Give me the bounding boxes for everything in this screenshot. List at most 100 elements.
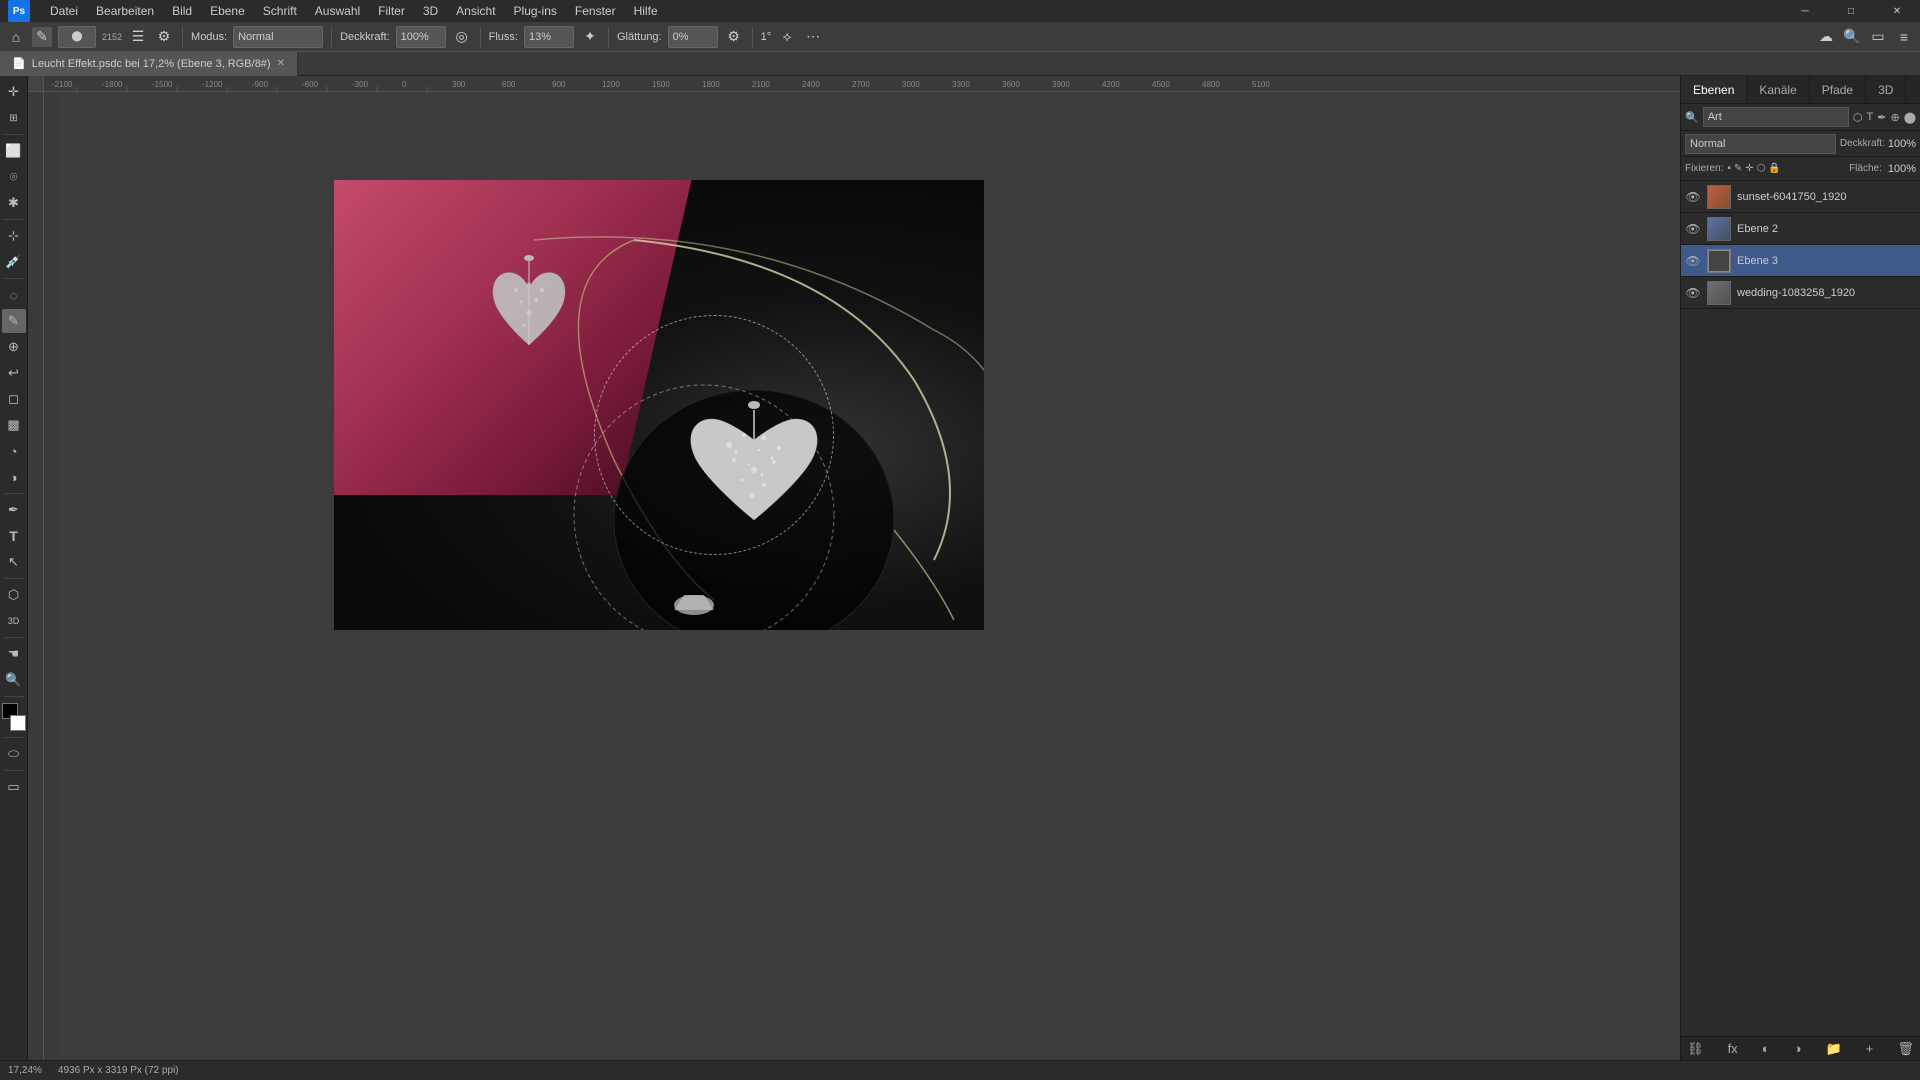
flow-input[interactable]: 13% (524, 26, 574, 48)
fill-value[interactable]: 100% (1888, 163, 1916, 175)
history-brush-tool[interactable]: ↩ (2, 361, 26, 385)
opacity-input[interactable]: 100% (396, 26, 446, 48)
brush-tool-icon[interactable]: ✎ (32, 27, 52, 47)
layer-item-sunset[interactable]: 👁 sunset-6041750_1920 (1681, 181, 1920, 213)
layer-visibility-sunset[interactable]: 👁 (1685, 190, 1701, 204)
filter-text-icon[interactable]: T (1867, 111, 1874, 123)
layer-visibility-ebene3[interactable]: 👁 (1685, 254, 1701, 268)
layer-visibility-ebene2[interactable]: 👁 (1685, 222, 1701, 236)
home-icon[interactable]: ⌂ (6, 27, 26, 47)
color-swatch[interactable] (2, 703, 26, 731)
brush-picker-icon[interactable]: ☰ (128, 27, 148, 47)
canvas-scroll[interactable] (44, 92, 1680, 1060)
menu-hilfe[interactable]: Hilfe (626, 2, 666, 20)
menu-3d[interactable]: 3D (415, 2, 446, 20)
hand-tool[interactable]: ☚ (2, 642, 26, 666)
ruler-vertical: -1000 -500 0 500 1000 1500 2000 2500 300… (28, 92, 44, 1060)
cloud-icon[interactable]: ☁ (1816, 27, 1836, 47)
airbrush-icon[interactable]: ◎ (452, 27, 472, 47)
filter-vector-icon[interactable]: ✒ (1877, 111, 1886, 124)
tab-pfade[interactable]: Pfade (1810, 76, 1866, 103)
lock-artboard-icon[interactable]: ⬡ (1757, 163, 1766, 174)
lock-transparent-icon[interactable]: ▪ (1727, 163, 1731, 174)
artboard-tool[interactable]: ⊞ (2, 106, 26, 130)
menu-schrift[interactable]: Schrift (255, 2, 305, 20)
gradient-tool[interactable]: ▩ (2, 413, 26, 437)
svg-text:4200: 4200 (1102, 80, 1120, 89)
menu-bearbeiten[interactable]: Bearbeiten (88, 2, 162, 20)
close-tab-icon[interactable]: ✕ (277, 58, 285, 69)
zoom-tool[interactable]: 🔍 (2, 668, 26, 692)
layer-visibility-wedding[interactable]: 👁 (1685, 286, 1701, 300)
delete-layer-icon[interactable]: 🗑 (1897, 1041, 1914, 1057)
layer-name-sunset: sunset-6041750_1920 (1737, 191, 1916, 203)
menu-ansicht[interactable]: Ansicht (448, 2, 503, 20)
pen-tool[interactable]: ✒ (2, 498, 26, 522)
tab-kanale[interactable]: Kanäle (1747, 76, 1809, 103)
close-button[interactable]: ✕ (1874, 0, 1920, 22)
layer-item-ebene3[interactable]: 👁 Ebene 3 (1681, 245, 1920, 277)
dodge-tool[interactable]: ◑ (2, 465, 26, 489)
maximize-button[interactable]: □ (1828, 0, 1874, 22)
menu-auswahl[interactable]: Auswahl (307, 2, 368, 20)
stylus-pressure-icon[interactable]: ✦ (580, 27, 600, 47)
tab-ebenen[interactable]: Ebenen (1681, 76, 1747, 103)
symmetry-icon[interactable]: ⟡ (777, 27, 797, 47)
new-layer-icon[interactable]: + (1866, 1041, 1874, 1056)
menu-fenster[interactable]: Fenster (567, 2, 624, 20)
view-mode-icon[interactable]: ▭ (1868, 27, 1888, 47)
screen-mode-tool[interactable]: ▭ (2, 775, 26, 799)
lock-brush-icon[interactable]: ✎ (1734, 163, 1742, 174)
quick-select-tool[interactable]: ✱ (2, 191, 26, 215)
tab-3d[interactable]: 3D (1866, 76, 1906, 103)
eyedropper-tool[interactable]: 💉 (2, 250, 26, 274)
menu-plugins[interactable]: Plug-ins (506, 2, 565, 20)
brush-settings-icon[interactable]: ⚙ (154, 27, 174, 47)
svg-text:900: 900 (552, 80, 566, 89)
filter-toggle[interactable]: ⬤ (1904, 111, 1916, 124)
layer-item-wedding[interactable]: 👁 wedding-1083258_1920 (1681, 277, 1920, 309)
lock-position-icon[interactable]: ✛ (1745, 163, 1753, 174)
crop-tool[interactable]: ⊹ (2, 224, 26, 248)
3d-tool[interactable]: 3D (2, 609, 26, 633)
minimize-button[interactable]: ─ (1782, 0, 1828, 22)
search-icon[interactable]: 🔍 (1842, 27, 1862, 47)
move-tool[interactable]: ✛ (2, 80, 26, 104)
smoothing-input[interactable]: 0% (668, 26, 718, 48)
blend-mode-select[interactable]: Normal (233, 26, 323, 48)
eraser-tool[interactable]: ◻ (2, 387, 26, 411)
svg-text:3000: 3000 (902, 80, 920, 89)
add-mask-icon[interactable]: ◐ (1762, 1041, 1770, 1056)
lock-all-icon[interactable]: 🔒 (1768, 163, 1780, 174)
menu-ebene[interactable]: Ebene (202, 2, 253, 20)
shape-tool[interactable]: ⬡ (2, 583, 26, 607)
menu-datei[interactable]: Datei (42, 2, 86, 20)
smoothing-settings-icon[interactable]: ⚙ (724, 27, 744, 47)
menu-bild[interactable]: Bild (164, 2, 200, 20)
lasso-tool[interactable]: ⌾ (2, 165, 26, 189)
add-style-icon[interactable]: fx (1728, 1041, 1738, 1056)
document-tab[interactable]: 📄 Leucht Effekt.psdc bei 17,2% (Ebene 3,… (0, 52, 298, 76)
link-layers-icon[interactable]: ⛓ (1687, 1041, 1704, 1057)
opacity-value[interactable]: 100% (1888, 138, 1916, 150)
type-tool[interactable]: T (2, 524, 26, 548)
filter-smart-icon[interactable]: ⊕ (1890, 111, 1899, 124)
layer-blend-mode[interactable]: Normal (1685, 134, 1836, 154)
divider-2 (331, 27, 332, 47)
brush-tool[interactable]: ✎ (2, 309, 26, 333)
extra-settings-icon[interactable]: ⋯ (803, 27, 823, 47)
heal-tool[interactable]: ◌ (2, 283, 26, 307)
blur-tool[interactable]: ◔ (2, 439, 26, 463)
path-select-tool[interactable]: ↖ (2, 550, 26, 574)
quick-mask-tool[interactable]: ⬭ (2, 742, 26, 766)
add-group-icon[interactable]: 📁 (1826, 1041, 1842, 1057)
add-adjustment-icon[interactable]: ◑ (1794, 1041, 1802, 1056)
filter-pixel-icon[interactable]: ⬡ (1853, 111, 1863, 124)
brush-size-display[interactable]: ⬤ (58, 26, 96, 48)
rectangular-select-tool[interactable]: ⬜ (2, 139, 26, 163)
art-select[interactable]: Art (1703, 107, 1849, 127)
menu-filter[interactable]: Filter (370, 2, 413, 20)
clone-stamp-tool[interactable]: ⊕ (2, 335, 26, 359)
extra-panel-icon[interactable]: ≡ (1894, 27, 1914, 47)
layer-item-ebene2[interactable]: 👁 Ebene 2 (1681, 213, 1920, 245)
